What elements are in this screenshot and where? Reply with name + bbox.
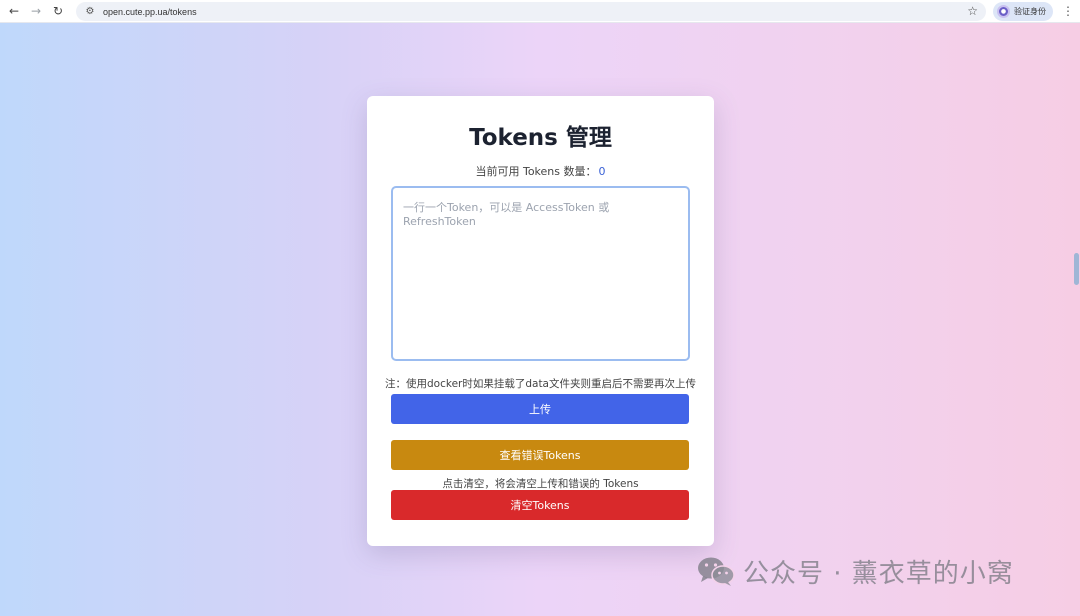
token-count-line: 当前可用 Tokens 数量： 0 — [367, 163, 714, 179]
browser-menu-icon[interactable]: ⋮ — [1060, 2, 1076, 21]
profile-verify-button[interactable]: ● 验证身份 — [993, 2, 1053, 21]
upload-button[interactable]: 上传 — [391, 394, 689, 424]
token-count-label: 当前可用 Tokens 数量： — [475, 165, 597, 178]
watermark: 公众号 · 薰衣草的小窝 — [697, 553, 1014, 589]
forward-arrow-icon[interactable]: → — [25, 0, 47, 22]
site-settings-icon[interactable]: ⚙ — [81, 6, 99, 17]
scrollbar-thumb[interactable] — [1074, 253, 1079, 285]
token-input[interactable] — [391, 186, 690, 361]
bookmark-star-icon[interactable]: ☆ — [967, 4, 978, 18]
clear-tokens-button[interactable]: 清空Tokens — [391, 490, 689, 520]
profile-verify-label: 验证身份 — [1014, 7, 1046, 16]
back-arrow-icon[interactable]: ← — [3, 0, 25, 22]
url-text[interactable]: open.cute.pp.ua/tokens — [103, 7, 197, 17]
docker-note: 注：使用docker时如果挂载了data文件夹则重启后不需要再次上传 — [385, 378, 696, 390]
token-count-value: 0 — [598, 165, 606, 178]
page-title: Tokens 管理 — [469, 125, 612, 151]
reload-icon[interactable]: ↻ — [47, 0, 69, 22]
address-bar[interactable]: ⚙ open.cute.pp.ua/tokens ☆ — [76, 2, 986, 21]
page-background: Tokens 管理 当前可用 Tokens 数量：0 注：使用docker时如果… — [0, 23, 1080, 616]
tokens-card: Tokens 管理 当前可用 Tokens 数量：0 注：使用docker时如果… — [367, 96, 714, 546]
browser-toolbar: ← → ↻ ⚙ open.cute.pp.ua/tokens ☆ ● 验证身份 … — [0, 0, 1080, 23]
watermark-text: 公众号 · 薰衣草的小窝 — [743, 558, 1014, 589]
wechat-icon — [697, 556, 735, 586]
clear-hint: 点击清空，将会清空上传和错误的 Tokens — [442, 478, 639, 490]
view-error-tokens-button[interactable]: 查看错误Tokens — [391, 440, 689, 470]
profile-avatar-icon: ● — [997, 5, 1010, 18]
